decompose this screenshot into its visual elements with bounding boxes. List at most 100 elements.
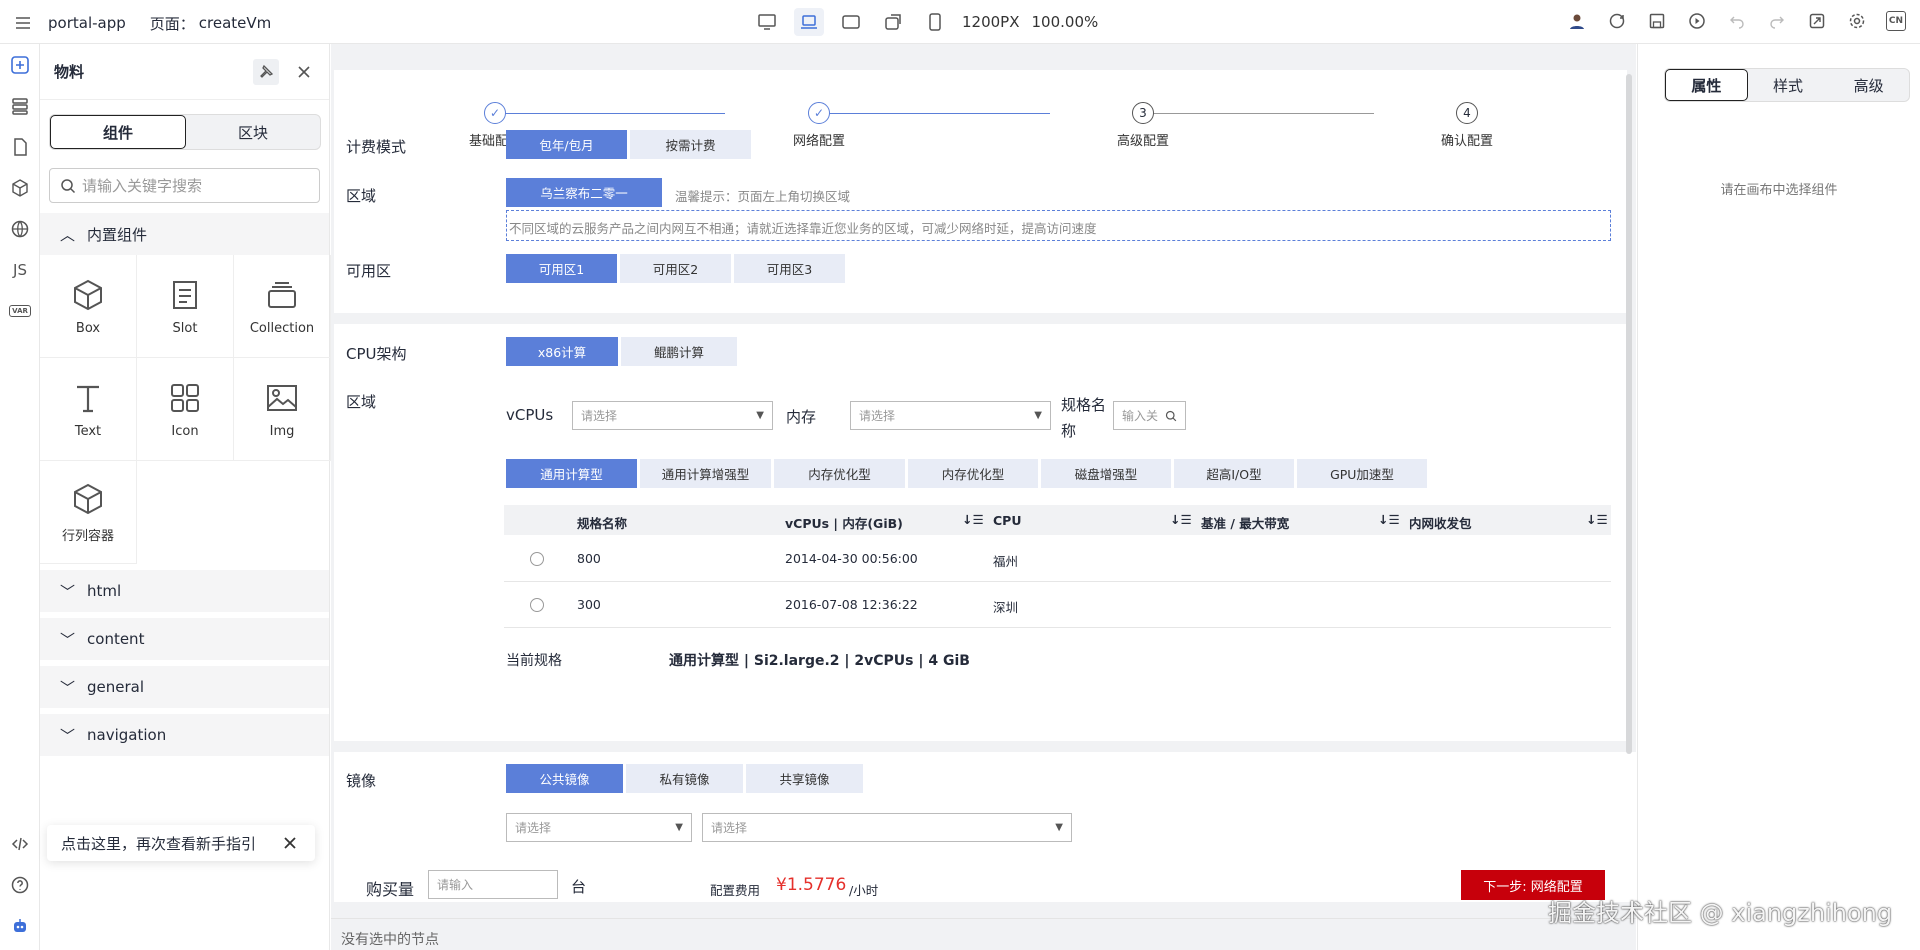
page-name[interactable]: createVm: [199, 14, 272, 32]
step-2-label[interactable]: 网络配置: [793, 130, 845, 149]
variable-icon[interactable]: VAR: [0, 290, 40, 331]
help-icon[interactable]: [0, 864, 40, 905]
type-tab[interactable]: 通用计算型: [506, 459, 637, 488]
type-tab[interactable]: 内存优化型: [908, 459, 1038, 488]
column-header[interactable]: 基准 / 最大带宽: [1201, 513, 1289, 532]
spec-name-search[interactable]: 输入关: [1113, 401, 1186, 430]
user-avatar-icon[interactable]: [1566, 10, 1588, 32]
column-header[interactable]: CPU: [993, 513, 1022, 528]
category-label: general: [87, 678, 145, 696]
robot-assistant-icon[interactable]: [0, 905, 40, 946]
sort-icon[interactable]: ↓☰: [1378, 512, 1400, 527]
sort-icon[interactable]: ↓☰: [1586, 512, 1608, 527]
tab-properties[interactable]: 属性: [1665, 69, 1748, 101]
step-1-icon[interactable]: ✓: [484, 102, 506, 124]
close-panel-icon[interactable]: [293, 61, 315, 83]
region-note-text: 不同区域的云服务产品之间内网互不相通；请就近选择靠近您业务的区域，可减少网络时延…: [509, 221, 1097, 236]
tablet-landscape-icon[interactable]: [836, 8, 866, 36]
tab-components[interactable]: 组件: [50, 115, 186, 149]
zoom-level[interactable]: 100.00%: [1032, 13, 1099, 31]
menu-icon[interactable]: [12, 12, 34, 34]
undo-icon[interactable]: [1726, 10, 1748, 32]
category-content[interactable]: ﹀ content: [40, 618, 329, 660]
shared-image-button[interactable]: 共享镜像: [746, 764, 863, 793]
table-row[interactable]: 300 2016-07-08 12:36:22 深圳: [504, 582, 1611, 628]
page-file-icon[interactable]: [0, 126, 40, 167]
canvas-scrollbar[interactable]: [1626, 74, 1632, 754]
component-text[interactable]: Text: [40, 358, 137, 461]
row-radio[interactable]: [530, 552, 544, 566]
az-1-button[interactable]: 可用区1: [506, 254, 617, 283]
component-row-col-container[interactable]: 行列容器: [40, 461, 137, 564]
redo-icon[interactable]: [1766, 10, 1788, 32]
desktop-view-icon[interactable]: [752, 8, 782, 36]
type-tab[interactable]: 内存优化型: [774, 459, 905, 488]
tab-styles[interactable]: 样式: [1748, 69, 1829, 101]
private-image-button[interactable]: 私有镜像: [626, 764, 743, 793]
mobile-view-icon[interactable]: [920, 8, 950, 36]
step-4-icon[interactable]: 4: [1456, 102, 1478, 124]
public-image-button[interactable]: 公共镜像: [506, 764, 623, 793]
settings-gear-icon[interactable]: [1846, 10, 1868, 32]
tab-blocks[interactable]: 区块: [186, 115, 320, 149]
add-material-icon[interactable]: [0, 44, 40, 85]
code-icon[interactable]: [0, 823, 40, 864]
app-name[interactable]: portal-app: [48, 14, 126, 32]
type-tab[interactable]: 通用计算增强型: [640, 459, 771, 488]
step-3-label[interactable]: 高级配置: [1117, 130, 1169, 149]
preview-play-icon[interactable]: [1686, 10, 1708, 32]
outline-tree-icon[interactable]: [0, 85, 40, 126]
component-icon[interactable]: Icon: [137, 358, 234, 461]
az-3-button[interactable]: 可用区3: [734, 254, 845, 283]
category-html[interactable]: ﹀ html: [40, 570, 329, 612]
canvas-width[interactable]: 1200PX: [962, 13, 1020, 31]
fullscreen-icon[interactable]: [1806, 10, 1828, 32]
quantity-input[interactable]: 请输入: [428, 870, 558, 899]
type-tab[interactable]: 磁盘增强型: [1041, 459, 1171, 488]
block-cube-icon[interactable]: [0, 167, 40, 208]
pin-icon[interactable]: [253, 58, 279, 85]
cpu-kunpeng-button[interactable]: 鲲鹏计算: [621, 337, 737, 366]
column-header[interactable]: vCPUs | 内存(GiB): [785, 513, 903, 532]
column-header[interactable]: 内网收发包: [1409, 513, 1472, 532]
laptop-view-icon[interactable]: [794, 8, 824, 36]
table-row[interactable]: 800 2014-04-30 00:56:00 福州: [504, 536, 1611, 582]
image-version-select[interactable]: 请选择 ▼: [702, 813, 1072, 842]
category-navigation[interactable]: ﹀ navigation: [40, 714, 329, 756]
cpu-x86-button[interactable]: x86计算: [506, 337, 618, 366]
component-img[interactable]: Img: [234, 358, 331, 461]
guide-tip[interactable]: 点击这里，再次查看新手指引: [47, 825, 315, 861]
builtin-group-header[interactable]: ︿ 内置组件: [40, 213, 329, 255]
category-general[interactable]: ﹀ general: [40, 666, 329, 708]
component-slot[interactable]: Slot: [137, 255, 234, 358]
close-icon[interactable]: [279, 832, 301, 854]
region-select-button[interactable]: 乌兰察布二零一: [506, 178, 662, 207]
az-2-button[interactable]: 可用区2: [620, 254, 731, 283]
billing-options: 包年/包月 按需计费: [506, 130, 751, 159]
region-tip: 温馨提示：页面左上角切换区域: [675, 189, 851, 204]
globe-icon[interactable]: [0, 208, 40, 249]
tab-advanced[interactable]: 高级: [1828, 69, 1909, 101]
sort-icon[interactable]: ↓☰: [962, 512, 984, 527]
step-2-icon[interactable]: ✓: [808, 102, 830, 124]
step-4-label[interactable]: 确认配置: [1441, 130, 1493, 149]
image-type-select[interactable]: 请选择 ▼: [506, 813, 692, 842]
type-tab[interactable]: 超高I/O型: [1174, 459, 1294, 488]
column-header[interactable]: 规格名称: [577, 513, 627, 532]
vcpus-select[interactable]: 请选择 ▼: [572, 401, 773, 430]
refresh-icon[interactable]: [1606, 10, 1628, 32]
row-radio[interactable]: [530, 598, 544, 612]
component-box[interactable]: Box: [40, 255, 137, 358]
billing-ondemand-button[interactable]: 按需计费: [630, 130, 751, 159]
material-search-input[interactable]: 请输入关键字搜索: [49, 168, 320, 203]
memory-select[interactable]: 请选择 ▼: [850, 401, 1051, 430]
save-icon[interactable]: [1646, 10, 1668, 32]
language-switch[interactable]: CN: [1886, 11, 1906, 31]
sort-icon[interactable]: ↓☰: [1170, 512, 1192, 527]
tablet-rotate-icon[interactable]: [878, 8, 908, 36]
js-icon[interactable]: JS: [0, 249, 40, 290]
component-collection[interactable]: Collection: [234, 255, 331, 358]
step-3-icon[interactable]: 3: [1132, 102, 1154, 124]
type-tab[interactable]: GPU加速型: [1297, 459, 1427, 488]
billing-monthly-button[interactable]: 包年/包月: [506, 130, 627, 159]
